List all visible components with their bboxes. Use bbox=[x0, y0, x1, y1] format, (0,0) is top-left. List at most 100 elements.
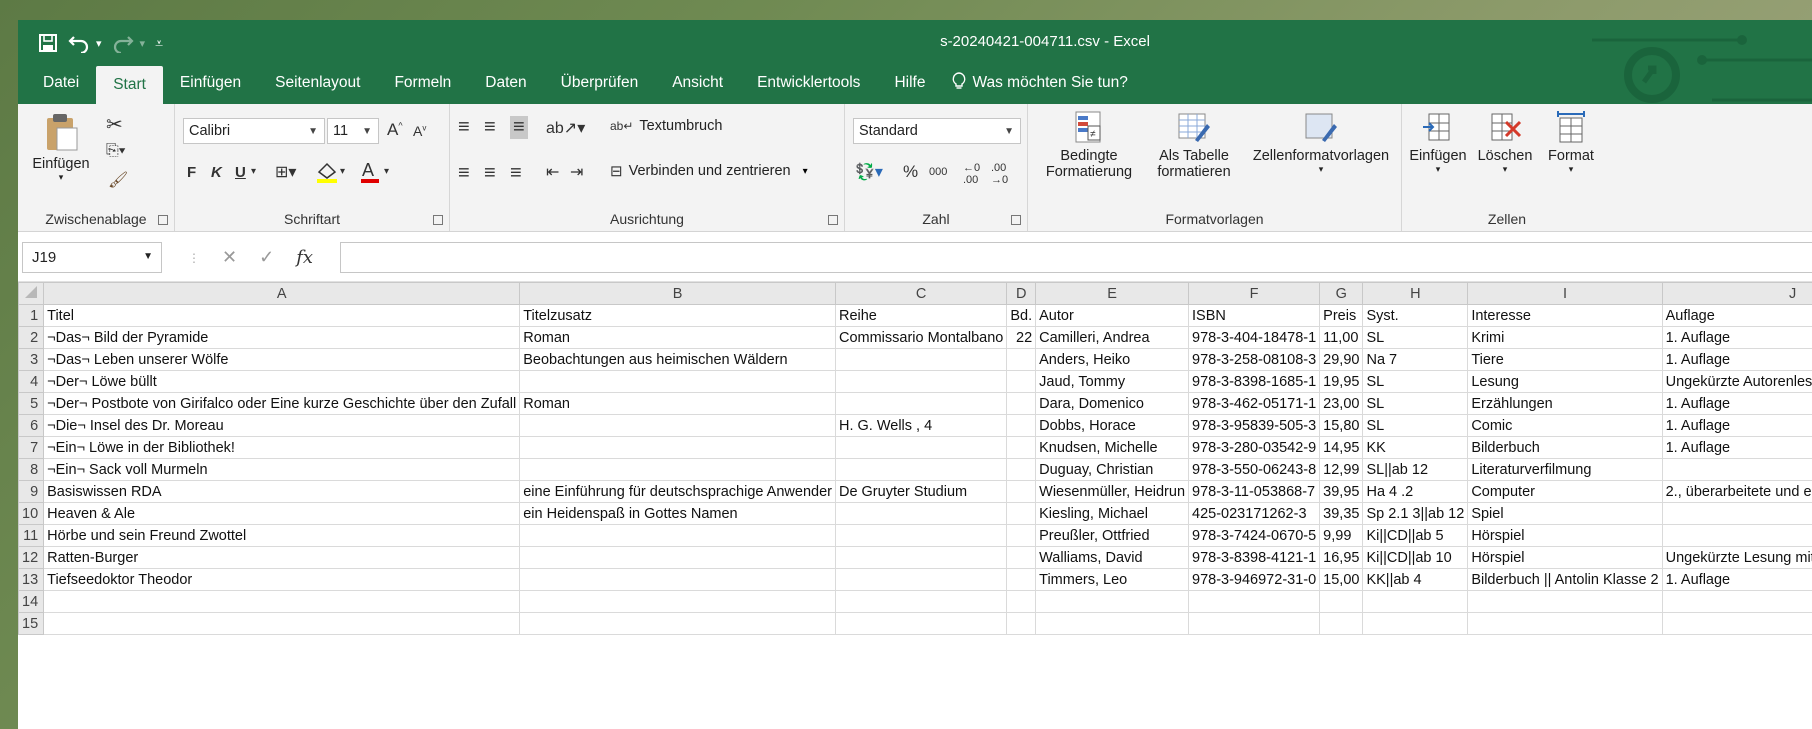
tab-entwicklertools[interactable]: Entwicklertools bbox=[740, 66, 877, 100]
cell-styles-button[interactable]: Zellenformatvorlagen ▾ bbox=[1246, 110, 1396, 175]
delete-cells-button[interactable]: Löschen ▾ bbox=[1472, 110, 1538, 175]
wrap-text-button[interactable]: ab↵ Textumbruch bbox=[610, 118, 722, 134]
cell-b8[interactable] bbox=[519, 458, 836, 481]
formula-input[interactable] bbox=[340, 242, 1812, 273]
cell-i8[interactable]: Literaturverfilmung bbox=[1467, 458, 1663, 481]
cell-e9[interactable]: Wiesenmüller, Heidrun bbox=[1035, 480, 1190, 503]
tab-hilfe[interactable]: Hilfe bbox=[877, 66, 942, 100]
cell-f1[interactable]: ISBN bbox=[1188, 304, 1321, 327]
tab-datei[interactable]: Datei bbox=[26, 66, 96, 100]
cell-a15[interactable] bbox=[43, 612, 521, 635]
merge-dropdown-icon[interactable]: ▾ bbox=[803, 166, 808, 177]
cell-b10[interactable]: ein Heidenspaß in Gottes Namen bbox=[519, 502, 836, 525]
row-header[interactable]: 14 bbox=[18, 590, 45, 613]
clipboard-launcher-icon[interactable] bbox=[158, 215, 168, 225]
tab-daten[interactable]: Daten bbox=[468, 66, 543, 100]
cell-f6[interactable]: 978-3-95839-505-3 bbox=[1188, 414, 1321, 437]
undo-icon[interactable] bbox=[68, 33, 90, 53]
row-header[interactable]: 11 bbox=[18, 524, 45, 547]
cell-g4[interactable]: 19,95 bbox=[1319, 370, 1364, 393]
cell-j11[interactable] bbox=[1661, 524, 1812, 547]
cell-a9[interactable]: Basiswissen RDA bbox=[43, 480, 521, 503]
tab-einfuegen[interactable]: Einfügen bbox=[163, 66, 258, 100]
cell-h13[interactable]: KK||ab 4 bbox=[1362, 568, 1469, 591]
cell-e3[interactable]: Anders, Heiko bbox=[1035, 348, 1190, 371]
cell-b15[interactable] bbox=[519, 612, 836, 635]
column-header-h[interactable]: H bbox=[1362, 282, 1469, 305]
grow-font-icon[interactable]: A^ bbox=[387, 120, 403, 140]
cell-g7[interactable]: 14,95 bbox=[1319, 436, 1364, 459]
cell-j1[interactable]: Auflage bbox=[1661, 304, 1812, 327]
insert-dropdown-icon[interactable]: ▾ bbox=[1436, 164, 1441, 175]
row-header[interactable]: 2 bbox=[18, 326, 45, 349]
cell-d1[interactable]: Bd. bbox=[1006, 304, 1037, 327]
column-header-b[interactable]: B bbox=[519, 282, 836, 305]
cell-a1[interactable]: Titel bbox=[43, 304, 521, 327]
format-cells-button[interactable]: Format ▾ bbox=[1538, 110, 1604, 175]
cell-g11[interactable]: 9,99 bbox=[1319, 524, 1364, 547]
cell-i4[interactable]: Lesung bbox=[1467, 370, 1663, 393]
cell-j7[interactable]: 1. Auflage bbox=[1661, 436, 1812, 459]
cell-i6[interactable]: Comic bbox=[1467, 414, 1663, 437]
cell-a2[interactable]: ¬Das¬ Bild der Pyramide bbox=[43, 326, 521, 349]
cell-a10[interactable]: Heaven & Ale bbox=[43, 502, 521, 525]
cell-f14[interactable] bbox=[1188, 590, 1321, 613]
cell-j10[interactable] bbox=[1661, 502, 1812, 525]
cell-f9[interactable]: 978-3-11-053868-7 bbox=[1188, 480, 1321, 503]
cell-c15[interactable] bbox=[834, 612, 1008, 635]
cell-h8[interactable]: SL||ab 12 bbox=[1362, 458, 1469, 481]
cell-c8[interactable] bbox=[834, 458, 1008, 481]
insert-cells-button[interactable]: Einfügen ▾ bbox=[1404, 110, 1472, 175]
cell-a13[interactable]: Tiefseedoktor Theodor bbox=[43, 568, 521, 591]
cell-i10[interactable]: Spiel bbox=[1467, 502, 1663, 525]
merge-center-button[interactable]: ⊟ Verbinden und zentrieren ▾ bbox=[610, 162, 808, 180]
cell-d10[interactable] bbox=[1006, 502, 1037, 525]
borders-icon[interactable]: ⊞▾ bbox=[275, 162, 296, 182]
tab-ueberpruefen[interactable]: Überprüfen bbox=[544, 66, 656, 100]
cell-f4[interactable]: 978-3-8398-1685-1 bbox=[1188, 370, 1321, 393]
row-header[interactable]: 7 bbox=[18, 436, 45, 459]
cell-j2[interactable]: 1. Auflage bbox=[1661, 326, 1812, 349]
cell-a3[interactable]: ¬Das¬ Leben unserer Wölfe bbox=[43, 348, 521, 371]
cell-a7[interactable]: ¬Ein¬ Löwe in der Bibliothek! bbox=[43, 436, 521, 459]
cell-e12[interactable]: Walliams, David bbox=[1035, 546, 1190, 569]
conditional-formatting-button[interactable]: ≠ Bedingte Formatierung bbox=[1034, 110, 1144, 180]
align-right-icon[interactable]: ≡ bbox=[510, 162, 522, 185]
cell-g5[interactable]: 23,00 bbox=[1319, 392, 1364, 415]
cell-i7[interactable]: Bilderbuch bbox=[1467, 436, 1663, 459]
format-dropdown-icon[interactable]: ▾ bbox=[1569, 164, 1574, 175]
font-launcher-icon[interactable] bbox=[433, 215, 443, 225]
font-size-select[interactable]: 11 ▼ bbox=[327, 118, 379, 144]
cell-d5[interactable] bbox=[1006, 392, 1037, 415]
redo-icon[interactable] bbox=[112, 33, 134, 53]
cell-f12[interactable]: 978-3-8398-4121-1 bbox=[1188, 546, 1321, 569]
cell-h3[interactable]: Na 7 bbox=[1362, 348, 1469, 371]
cell-b5[interactable]: Roman bbox=[519, 392, 836, 415]
cell-c12[interactable] bbox=[834, 546, 1008, 569]
redo-dropdown-icon[interactable]: ▾ bbox=[140, 37, 146, 50]
cell-d14[interactable] bbox=[1006, 590, 1037, 613]
cell-h4[interactable]: SL bbox=[1362, 370, 1469, 393]
cell-g6[interactable]: 15,80 bbox=[1319, 414, 1364, 437]
align-top-icon[interactable]: ≡ bbox=[458, 116, 470, 139]
cell-e7[interactable]: Knudsen, Michelle bbox=[1035, 436, 1190, 459]
row-header[interactable]: 5 bbox=[18, 392, 45, 415]
column-header-d[interactable]: D bbox=[1006, 282, 1037, 305]
cell-i15[interactable] bbox=[1467, 612, 1663, 635]
cell-e15[interactable] bbox=[1035, 612, 1190, 635]
cell-g3[interactable]: 29,90 bbox=[1319, 348, 1364, 371]
cell-f7[interactable]: 978-3-280-03542-9 bbox=[1188, 436, 1321, 459]
cut-icon[interactable]: ✂ bbox=[106, 112, 123, 137]
cell-h10[interactable]: Sp 2.1 3||ab 12 bbox=[1362, 502, 1469, 525]
cell-d3[interactable] bbox=[1006, 348, 1037, 371]
cell-f15[interactable] bbox=[1188, 612, 1321, 635]
cell-j6[interactable]: 1. Auflage bbox=[1661, 414, 1812, 437]
cell-e6[interactable]: Dobbs, Horace bbox=[1035, 414, 1190, 437]
cell-f10[interactable]: 425-023171262-3 bbox=[1188, 502, 1321, 525]
cell-b1[interactable]: Titelzusatz bbox=[519, 304, 836, 327]
cell-e14[interactable] bbox=[1035, 590, 1190, 613]
cell-d7[interactable] bbox=[1006, 436, 1037, 459]
cell-f13[interactable]: 978-3-946972-31-0 bbox=[1188, 568, 1321, 591]
cell-a14[interactable] bbox=[43, 590, 521, 613]
cell-h1[interactable]: Syst. bbox=[1362, 304, 1469, 327]
